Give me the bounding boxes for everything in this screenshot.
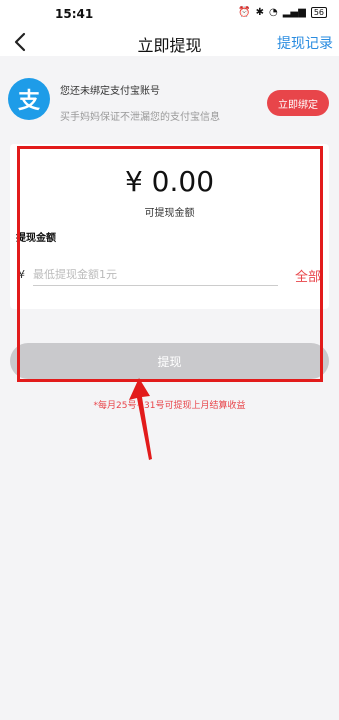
alipay-logo-icon: 支 bbox=[8, 78, 50, 120]
withdraw-amount-label: 提现金额 bbox=[16, 233, 56, 244]
bluetooth-icon: ✱ bbox=[255, 7, 264, 18]
status-time: 15:41 bbox=[55, 7, 94, 21]
wifi-icon: ◔ bbox=[269, 7, 278, 18]
signal-icon: ▂▄▆ bbox=[282, 7, 306, 18]
battery-icon: 56 bbox=[310, 7, 327, 18]
bind-subtitle: 买手妈妈保证不泄漏您的支付宝信息 bbox=[60, 112, 220, 123]
available-amount-label: 可提现金额 bbox=[144, 208, 195, 219]
status-icons: ⏰ ✱ ◔ ▂▄▆ 56 bbox=[238, 7, 327, 18]
bind-title: 您还未绑定支付宝账号 bbox=[60, 86, 160, 97]
status-bar: 15:41 ⏰ ✱ ◔ ▂▄▆ 56 bbox=[0, 0, 339, 28]
available-amount: ¥ 0.00 bbox=[124, 165, 215, 198]
withdraw-note: *每月25号~31号可提现上月结算收益 bbox=[93, 401, 246, 411]
bind-now-button[interactable]: 立即绑定 bbox=[267, 90, 329, 116]
currency-symbol: ¥ bbox=[18, 268, 25, 281]
alipay-bind-card: 支 您还未绑定支付宝账号 买手妈妈保证不泄漏您的支付宝信息 立即绑定 bbox=[0, 66, 339, 132]
withdraw-all-button[interactable]: 全部 bbox=[295, 266, 321, 285]
alarm-icon: ⏰ bbox=[238, 7, 251, 18]
withdraw-records-link[interactable]: 提现记录 bbox=[277, 33, 333, 53]
withdraw-submit-button[interactable]: 提现 bbox=[10, 343, 329, 379]
annotation-arrow bbox=[129, 378, 152, 460]
withdraw-amount-input[interactable] bbox=[33, 264, 278, 286]
nav-bar: 立即提现 提现记录 bbox=[0, 28, 339, 56]
